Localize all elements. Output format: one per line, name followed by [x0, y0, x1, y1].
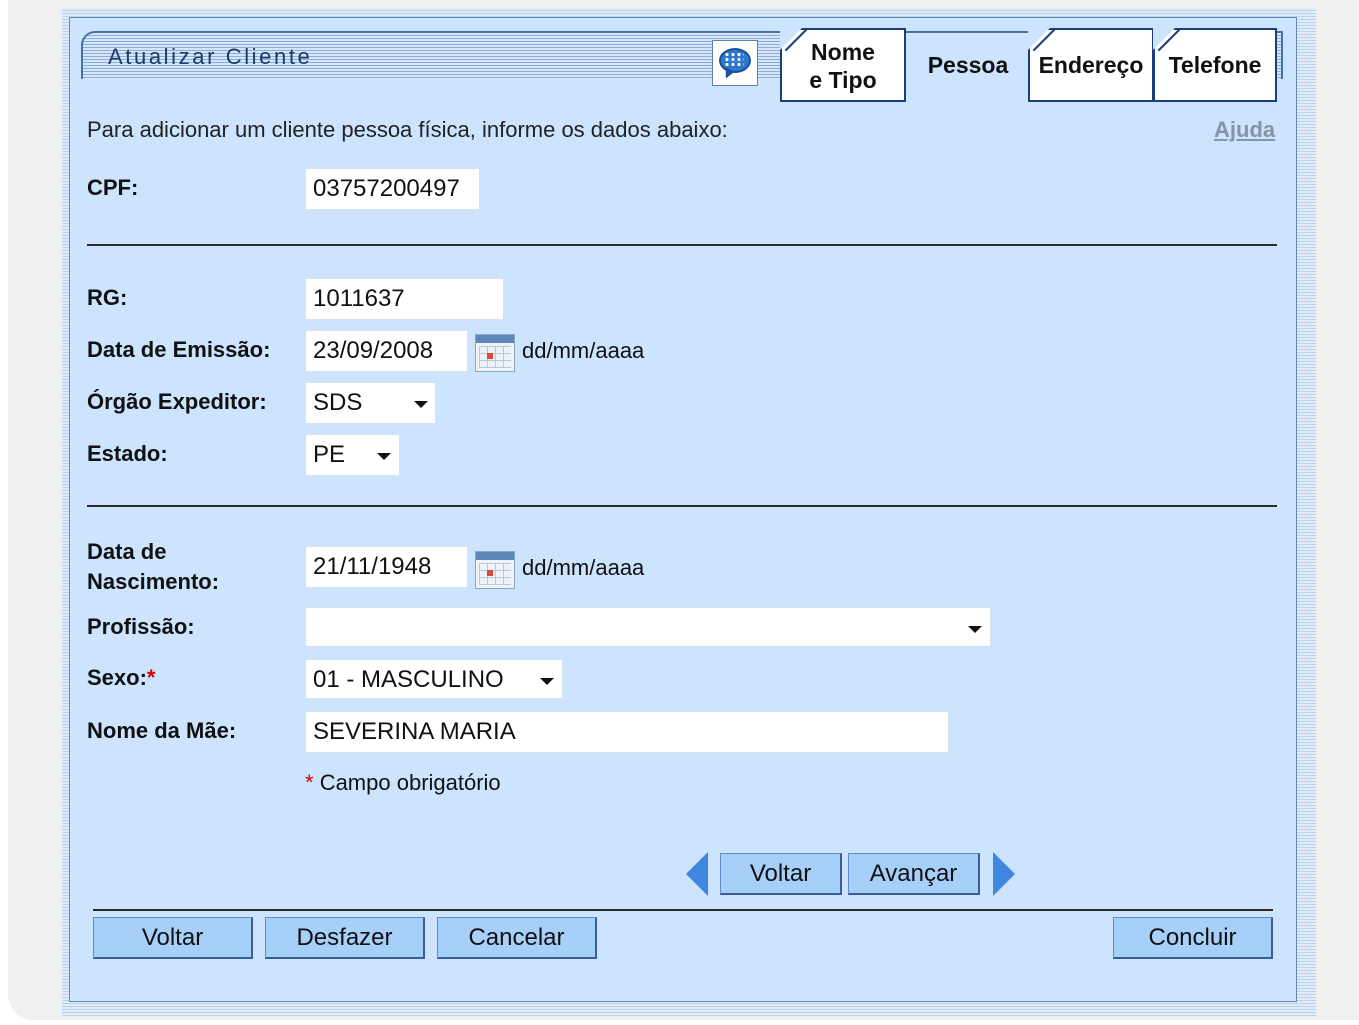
tab-pessoa[interactable]: Pessoa: [906, 34, 1030, 100]
footer-divider: [93, 909, 1273, 911]
tab-label: Telefone: [1168, 52, 1262, 78]
chat-bubble-icon[interactable]: [712, 40, 758, 86]
help-link[interactable]: Ajuda: [1214, 117, 1275, 143]
tab-nome-e-tipo[interactable]: Nome e Tipo: [780, 28, 906, 102]
dropdown-arrow-icon: [377, 453, 391, 460]
data-nascimento-label-line1: Data de: [87, 539, 167, 564]
required-mark: *: [146, 665, 156, 690]
date-format-hint: dd/mm/aaaa: [522, 338, 645, 363]
calendar-header: [476, 552, 514, 560]
data-emissao-label: Data de Emissão:: [87, 337, 271, 362]
estado-label: Estado:: [87, 441, 168, 466]
concluir-button[interactable]: Concluir: [1113, 917, 1273, 959]
profissao-select[interactable]: [305, 607, 991, 647]
orgao-expeditor-value: SDS: [313, 389, 363, 416]
sexo-label-text: Sexo:: [87, 665, 147, 690]
tab-telefone[interactable]: Telefone: [1153, 28, 1277, 102]
calendar-mark: [487, 353, 493, 359]
tab-endereco[interactable]: Endereço: [1028, 28, 1154, 102]
rg-input[interactable]: 1011637: [305, 278, 504, 320]
cpf-label: CPF:: [87, 175, 139, 200]
wizard-back-button[interactable]: Voltar: [720, 853, 842, 895]
date-format-hint: dd/mm/aaaa: [522, 555, 645, 580]
required-mark: *: [305, 770, 314, 795]
data-nascimento-label-line2: Nascimento:: [87, 569, 220, 594]
sexo-value: 01 - MASCULINO: [313, 666, 504, 693]
chat-bubble-dots: [724, 52, 744, 66]
tab-label-line1: Nome: [811, 39, 875, 65]
sexo-label: Sexo:*: [87, 663, 155, 693]
rg-label: RG:: [87, 285, 128, 310]
profissao-label: Profissão:: [87, 614, 195, 639]
section-divider: [87, 505, 1277, 507]
dropdown-arrow-icon: [968, 626, 982, 633]
wizard-next-button[interactable]: Avançar: [848, 853, 980, 895]
desfazer-button[interactable]: Desfazer: [265, 917, 425, 959]
sexo-select[interactable]: 01 - MASCULINO: [305, 659, 563, 699]
calendar-header: [476, 335, 514, 343]
required-note: * Campo obrigatório: [305, 770, 501, 796]
form-panel: [69, 17, 1297, 1002]
calendar-icon[interactable]: [475, 551, 515, 589]
estado-select[interactable]: PE: [305, 434, 400, 476]
nome-mae-input[interactable]: SEVERINA MARIA: [305, 711, 949, 753]
calendar-grid: [479, 563, 511, 585]
arrow-right-icon[interactable]: [993, 852, 1015, 896]
voltar-button[interactable]: Voltar: [93, 917, 253, 959]
orgao-expeditor-label: Órgão Expeditor:: [87, 389, 267, 414]
calendar-icon[interactable]: [475, 334, 515, 372]
cancelar-button[interactable]: Cancelar: [437, 917, 597, 959]
intro-text: Para adicionar um cliente pessoa física,…: [87, 117, 728, 142]
orgao-expeditor-select[interactable]: SDS: [305, 382, 436, 424]
section-divider: [87, 244, 1277, 246]
data-nascimento-input[interactable]: 21/11/1948: [305, 546, 468, 588]
dropdown-arrow-icon: [414, 401, 428, 408]
nome-mae-label: Nome da Mãe:: [87, 718, 237, 743]
required-note-text: Campo obrigatório: [319, 770, 501, 795]
calendar-grid: [479, 346, 511, 368]
data-emissao-input[interactable]: 23/09/2008: [305, 330, 468, 372]
window-title: Atualizar Cliente: [108, 44, 313, 69]
tab-label-line2: e Tipo: [809, 67, 877, 93]
calendar-mark: [487, 570, 493, 576]
cpf-input[interactable]: 03757200497: [305, 168, 480, 210]
tab-label: Pessoa: [927, 52, 1009, 78]
tab-label: Endereço: [1038, 52, 1144, 78]
arrow-left-icon[interactable]: [686, 852, 708, 896]
estado-value: PE: [313, 441, 346, 468]
dropdown-arrow-icon: [540, 678, 554, 685]
